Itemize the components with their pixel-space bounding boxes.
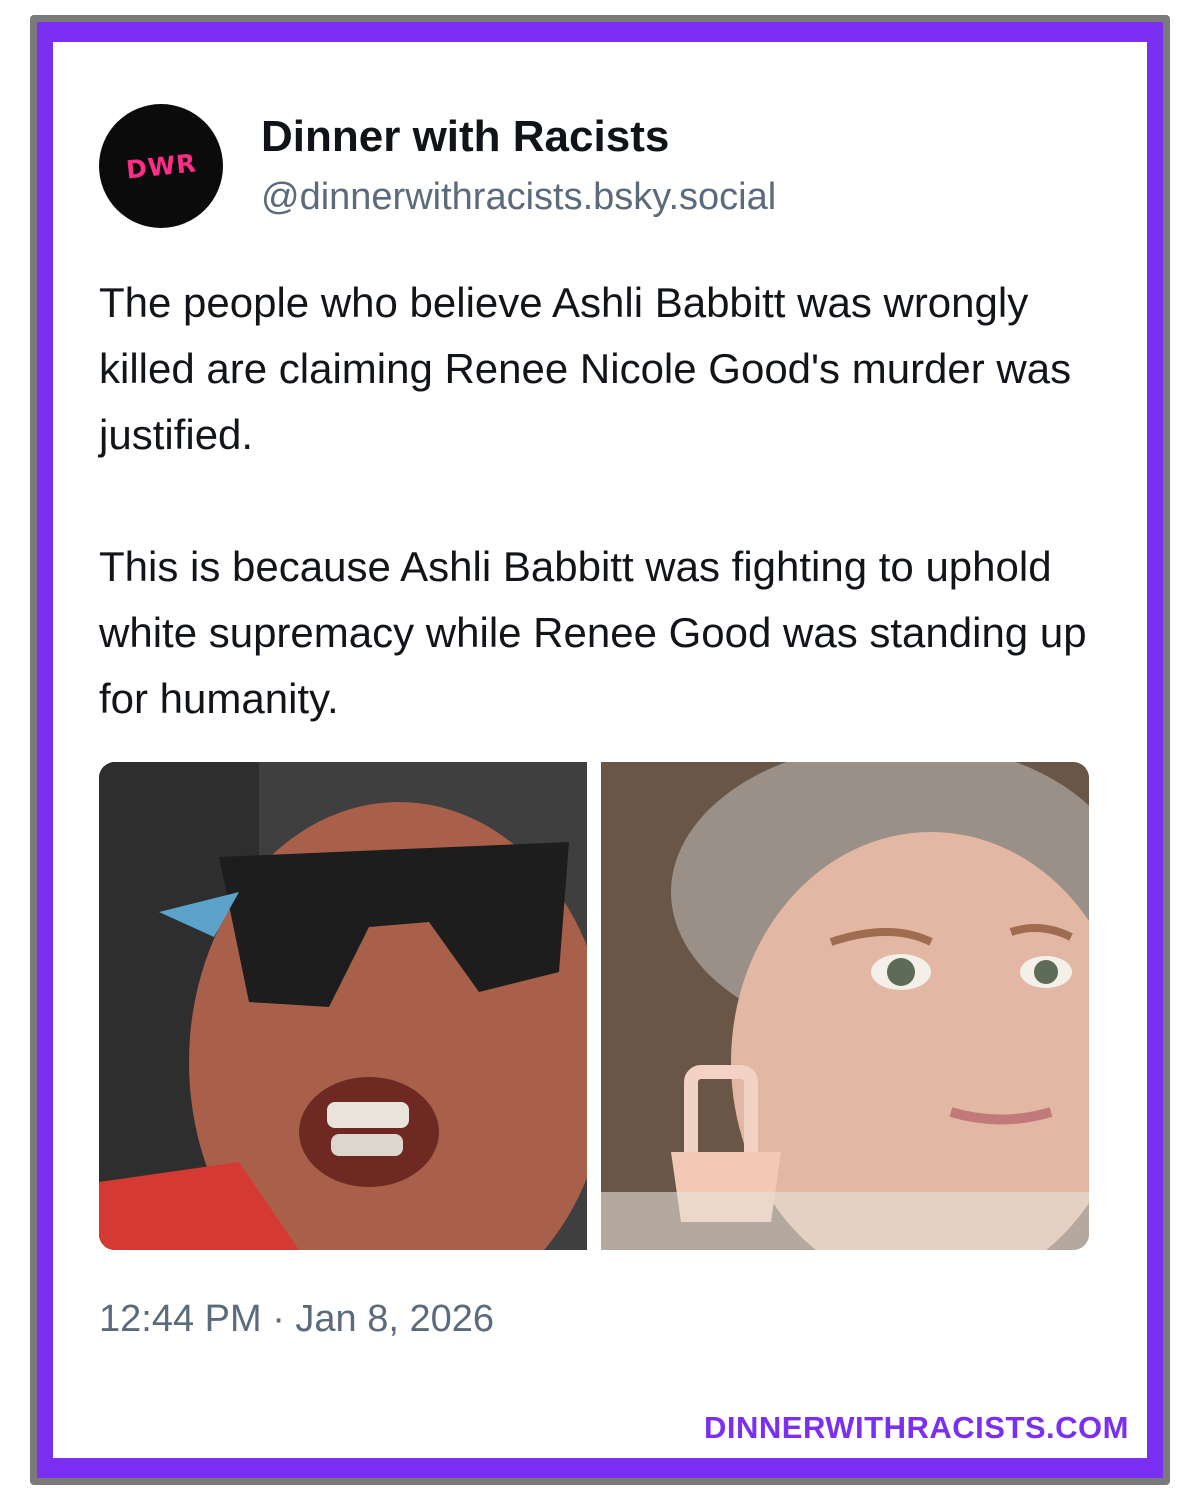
post-timestamp[interactable]: 12:44 PM · Jan 8, 2026 bbox=[99, 1298, 494, 1341]
post-paragraph-1: The people who believe Ashli Babbitt was… bbox=[99, 279, 1072, 458]
display-name[interactable]: Dinner with Racists bbox=[261, 112, 669, 162]
photo-placeholder-right bbox=[601, 762, 1089, 1250]
post-image-right[interactable] bbox=[601, 762, 1089, 1250]
post-card: DWR Dinner with Racists @dinnerwithracis… bbox=[53, 42, 1147, 1458]
user-handle[interactable]: @dinnerwithracists.bsky.social bbox=[261, 176, 776, 219]
site-watermark: DINNERWITHRACISTS.COM bbox=[704, 1410, 1129, 1445]
post-paragraph-2: This is because Ashli Babbitt was fighti… bbox=[99, 543, 1087, 722]
post-body: The people who believe Ashli Babbitt was… bbox=[99, 270, 1109, 732]
post-image-left[interactable] bbox=[99, 762, 587, 1250]
avatar[interactable]: DWR bbox=[99, 104, 223, 228]
post-image-grid bbox=[99, 762, 1089, 1250]
photo-placeholder-left bbox=[99, 762, 587, 1250]
avatar-logo-text: DWR bbox=[124, 147, 198, 185]
